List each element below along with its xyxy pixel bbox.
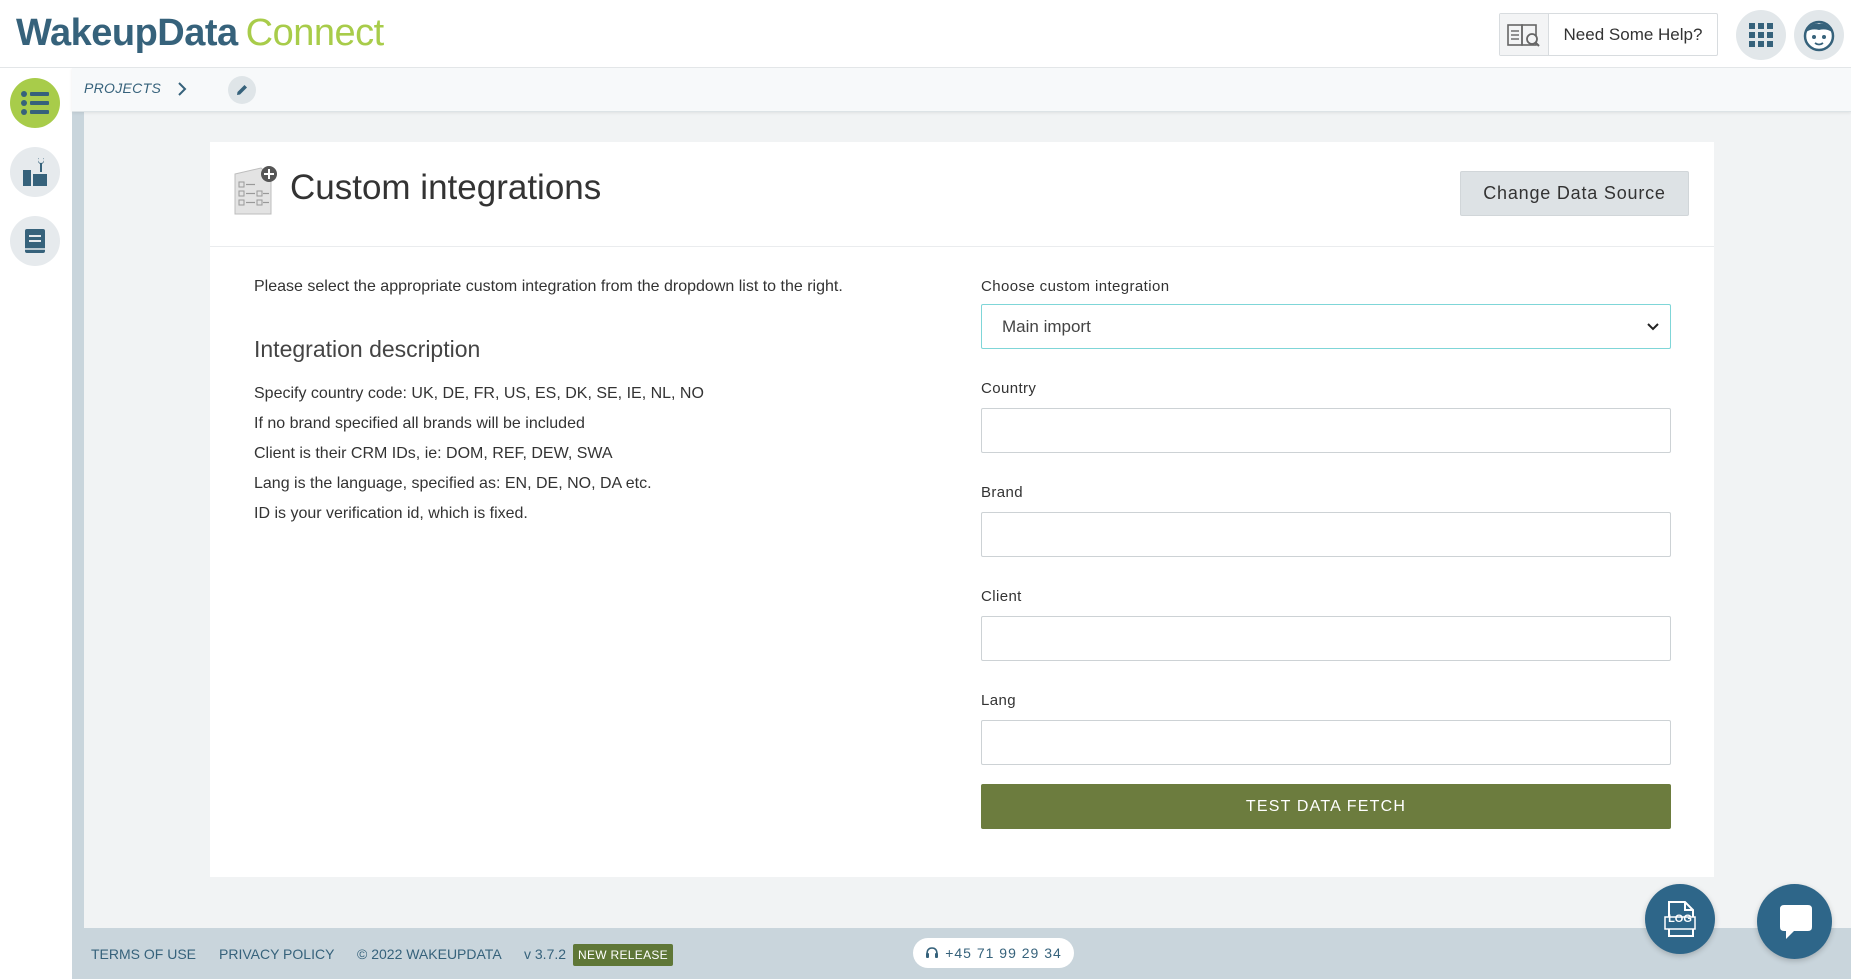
brand-input[interactable] [981,512,1671,557]
apps-button[interactable] [1736,10,1786,60]
log-icon: LOG [1668,913,1692,925]
page-footer: TERMS OF USE PRIVACY POLICY © 2022 WAKEU… [72,928,1851,979]
lang-input[interactable] [981,720,1671,765]
chat-icon [1779,904,1812,939]
intro-text: Please select the appropriate custom int… [254,278,843,295]
terms-of-use-link[interactable]: TERMS OF USE [91,946,196,962]
breadcrumb: PROJECTS [72,68,1851,112]
sidebar-item-docs[interactable] [10,216,60,266]
headset-icon [926,947,939,958]
logo-text-secondary: Connect [245,12,385,54]
app-logo[interactable]: WakeupData Connect [16,12,384,55]
breadcrumb-projects-link[interactable]: PROJECTS [84,80,161,96]
client-label: Client [981,588,1022,605]
logo-text-primary: WakeupData [16,12,238,54]
lang-label: Lang [981,692,1016,709]
avatar-icon [1803,20,1835,52]
custom-integrations-card: Custom integrations Change Data Source P… [210,142,1714,877]
left-sidebar [0,68,72,979]
description-line: ID is your verification id, which is fix… [254,505,528,522]
description-title: Integration description [254,336,481,362]
change-data-source-button[interactable]: Change Data Source [1460,171,1689,216]
chevron-down-icon [1647,323,1659,331]
description-list: Specify country code: UK, DE, FR, US, ES… [254,379,954,529]
support-phone-number: +45 71 99 29 34 [945,945,1062,961]
page-title: Custom integrations [290,168,602,207]
integration-select-value: Main import [1002,317,1091,336]
integration-info: Please select the appropriate custom int… [254,278,954,529]
version-text: v 3.7.2 [524,946,567,962]
book-search-icon [1500,14,1549,55]
top-header: WakeupData Connect Need Some Help? [0,0,1851,68]
log-button[interactable]: LOG [1645,884,1715,954]
brand-label: Brand [981,484,1024,501]
grid-icon [1749,23,1773,47]
description-line: Lang is the language, specified as: EN, … [254,475,652,492]
country-label: Country [981,380,1037,397]
test-data-fetch-button[interactable]: TEST DATA FETCH [981,784,1671,829]
help-button[interactable]: Need Some Help? [1499,13,1718,56]
pencil-icon [237,85,247,95]
integration-form: Choose custom integration Main import Co… [981,278,1671,829]
privacy-policy-link[interactable]: PRIVACY POLICY [219,946,334,962]
copyright-text: © 2022 WAKEUPDATA [357,946,502,962]
help-label: Need Some Help? [1563,24,1703,44]
description-line: Client is their CRM IDs, ie: DOM, REF, D… [254,445,613,462]
sidebar-item-projects[interactable] [10,78,60,128]
profile-button[interactable] [1794,10,1844,60]
sidebar-item-tools[interactable] [10,147,60,197]
tools-icon [23,157,47,186]
book-icon [25,229,45,253]
new-release-badge[interactable]: NEW RELEASE [573,944,673,966]
support-phone[interactable]: +45 71 99 29 34 [913,938,1074,968]
integration-add-icon [233,164,279,221]
description-line: If no brand specified all brands will be… [254,415,585,432]
edit-project-button[interactable] [228,76,256,104]
description-line: Specify country code: UK, DE, FR, US, ES… [254,385,704,402]
card-header: Custom integrations Change Data Source [210,142,1714,247]
integration-select[interactable]: Main import [981,304,1671,349]
client-input[interactable] [981,616,1671,661]
integration-select-label: Choose custom integration [981,278,1170,295]
list-icon [21,91,49,115]
country-input[interactable] [981,408,1671,453]
chat-button[interactable] [1757,884,1832,959]
chevron-right-icon [178,82,187,96]
